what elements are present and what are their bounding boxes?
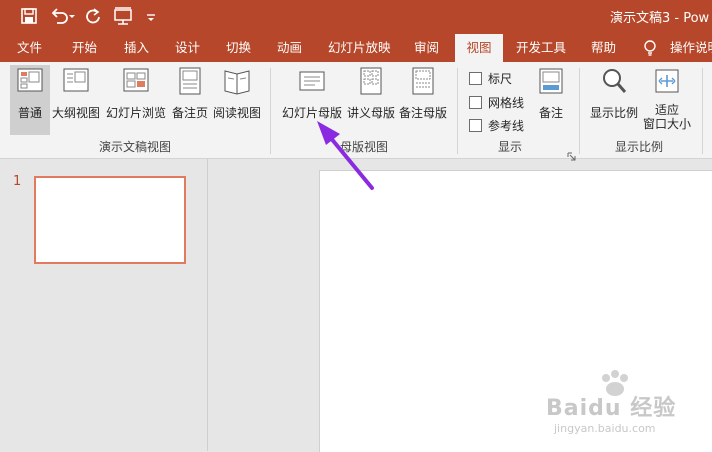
watermark: Baidu 经验 jingyan.baidu.com — [532, 370, 712, 444]
watermark-line1: Baidu 经验 — [546, 396, 677, 421]
watermark-line2: jingyan.baidu.com — [554, 422, 656, 435]
